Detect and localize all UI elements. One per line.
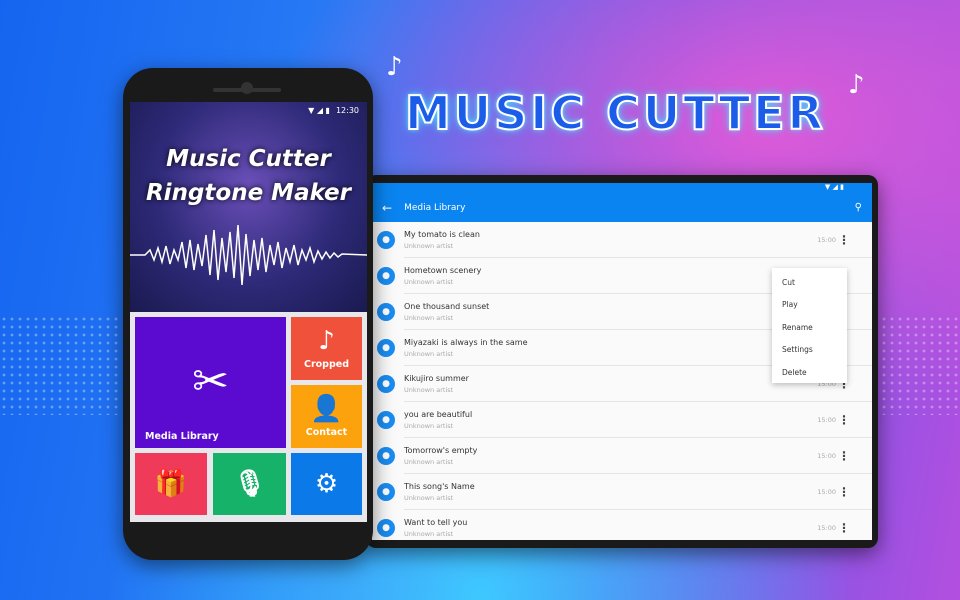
song-duration: 15:00 xyxy=(817,488,836,496)
song-title: One thousand sunset xyxy=(404,302,490,311)
scissors-icon: ✂ xyxy=(192,356,229,408)
status-time: 12:30 xyxy=(335,106,359,115)
song-row[interactable]: ● you are beautiful Unknown artist 15:00 ⋮ xyxy=(372,402,872,438)
menu-item-play[interactable]: Play xyxy=(772,294,847,316)
tablet-screen: ▼ ◢ ▮ ← Media Library ⚲ ● My tomato is cl… xyxy=(372,183,872,540)
song-artist: Unknown artist xyxy=(404,422,454,430)
background-dots xyxy=(880,315,960,415)
song-title: This song's Name xyxy=(404,482,475,491)
song-artist: Unknown artist xyxy=(404,458,454,466)
song-title: Miyazaki is always in the same xyxy=(404,338,528,347)
hero-title-line1: Music Cutter xyxy=(166,146,331,172)
song-artist: Unknown artist xyxy=(404,242,454,250)
more-options-icon[interactable]: ⋮ xyxy=(838,413,850,427)
microphone-icon: 🎙 xyxy=(232,468,266,499)
music-note-icon: ♪ xyxy=(318,326,335,357)
song-duration: 15:00 xyxy=(817,524,836,532)
background-dots xyxy=(0,315,120,415)
context-menu: Cut Play Rename Settings Delete xyxy=(772,268,847,383)
song-artist: Unknown artist xyxy=(404,530,454,538)
song-row[interactable]: ● My tomato is clean Unknown artist 15:00 ⋮ xyxy=(372,222,872,258)
tile-label: Contact xyxy=(305,426,348,438)
avatar-icon: ● xyxy=(377,303,395,321)
song-duration: 15:00 xyxy=(817,236,836,244)
avatar-icon: ● xyxy=(377,519,395,537)
tile-label: Media Library xyxy=(145,431,219,442)
avatar-icon: ● xyxy=(377,267,395,285)
song-title: Want to tell you xyxy=(404,518,468,527)
song-duration: 15:00 xyxy=(817,416,836,424)
camera xyxy=(241,82,253,94)
tablet-device: ▼ ◢ ▮ ← Media Library ⚲ ● My tomato is cl… xyxy=(366,175,878,548)
tile-cropped[interactable]: ♪ Cropped xyxy=(291,317,362,380)
more-options-icon[interactable]: ⋮ xyxy=(838,233,850,247)
status-bar: ▼ ◢ ▮ xyxy=(372,183,872,193)
song-title: Tomorrow's empty xyxy=(404,446,478,455)
song-artist: Unknown artist xyxy=(404,278,454,286)
tile-label: Cropped xyxy=(303,358,350,370)
song-duration: 15:00 xyxy=(817,452,836,460)
song-artist: Unknown artist xyxy=(404,350,454,358)
waveform-icon xyxy=(130,224,367,286)
person-icon: 👤 xyxy=(310,394,343,425)
hero-banner: ▼ ◢ ▮ 12:30 Music Cutter Ringtone Maker xyxy=(130,102,367,312)
banner-title: MUSIC CUTTER xyxy=(404,85,826,141)
tile-contact[interactable]: 👤 Contact xyxy=(291,385,362,448)
music-note-icon: ♪ xyxy=(848,70,865,100)
back-arrow-icon[interactable]: ← xyxy=(382,201,392,215)
song-artist: Unknown artist xyxy=(404,494,454,502)
tile-media-library[interactable]: ✂ Media Library xyxy=(135,317,286,448)
status-icons: ▼ ◢ ▮ xyxy=(824,183,844,191)
avatar-icon: ● xyxy=(377,231,395,249)
status-bar: ▼ ◢ ▮ 12:30 xyxy=(308,106,359,115)
hero-title-line2: Ringtone Maker xyxy=(145,180,352,206)
avatar-icon: ● xyxy=(377,339,395,357)
page-title: Media Library xyxy=(404,202,466,213)
song-artist: Unknown artist xyxy=(404,314,454,322)
search-icon[interactable]: ⚲ xyxy=(855,202,862,213)
tile-gear[interactable]: ⚙ xyxy=(291,453,362,515)
avatar-icon: ● xyxy=(377,375,395,393)
status-icons: ▼ ◢ ▮ xyxy=(308,106,330,115)
gear-icon: ⚙ xyxy=(314,468,339,499)
song-artist: Unknown artist xyxy=(404,386,454,394)
app-bar: ← Media Library ⚲ xyxy=(372,193,872,222)
avatar-icon: ● xyxy=(377,483,395,501)
menu-item-cut[interactable]: Cut xyxy=(772,272,847,294)
more-options-icon[interactable]: ⋮ xyxy=(838,485,850,499)
avatar-icon: ● xyxy=(377,447,395,465)
song-row[interactable]: ● Want to tell you Unknown artist 15:00 ⋮ xyxy=(372,510,872,540)
phone-device: ▼ ◢ ▮ 12:30 Music Cutter Ringtone Maker ✂… xyxy=(123,68,373,560)
tile-gift[interactable]: 🎁 xyxy=(135,453,207,515)
song-row[interactable]: ● This song's Name Unknown artist 15:00 ⋮ xyxy=(372,474,872,510)
menu-item-settings[interactable]: Settings xyxy=(772,339,847,361)
phone-screen: ▼ ◢ ▮ 12:30 Music Cutter Ringtone Maker ✂… xyxy=(130,102,367,522)
avatar-icon: ● xyxy=(377,411,395,429)
song-title: My tomato is clean xyxy=(404,230,480,239)
menu-item-delete[interactable]: Delete xyxy=(772,362,847,384)
music-note-icon: ♪ xyxy=(386,52,403,82)
gift-icon: 🎁 xyxy=(154,468,188,499)
menu-item-rename[interactable]: Rename xyxy=(772,317,847,339)
song-title: Kikujiro summer xyxy=(404,374,469,383)
more-options-icon[interactable]: ⋮ xyxy=(838,521,850,535)
song-row[interactable]: ● Tomorrow's empty Unknown artist 15:00 ⋮ xyxy=(372,438,872,474)
more-options-icon[interactable]: ⋮ xyxy=(838,449,850,463)
song-title: Hometown scenery xyxy=(404,266,482,275)
tile-microphone[interactable]: 🎙 xyxy=(213,453,286,515)
song-title: you are beautiful xyxy=(404,410,473,419)
